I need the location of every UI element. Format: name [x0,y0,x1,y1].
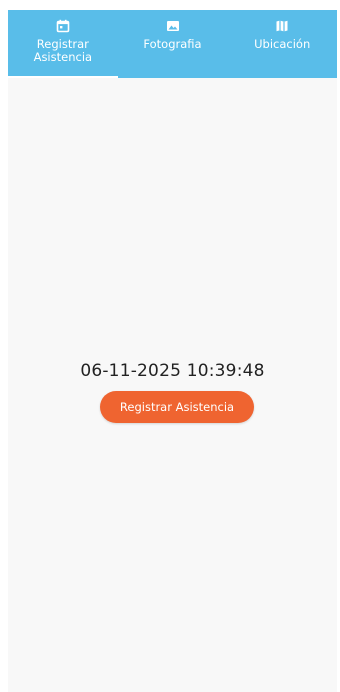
tab-label: Fotografia [143,37,202,51]
tab-label: Registrar Asistencia [33,37,93,64]
tab-label: Ubicación [254,37,311,51]
tab-ubicacion[interactable]: Ubicación [227,10,337,78]
tab-registrar-asistencia[interactable]: Registrar Asistencia [8,10,118,78]
calendar-icon [56,19,70,33]
main-content: 06-11-2025 10:39:48 Registrar Asistencia [8,78,337,692]
map-icon [276,20,288,32]
register-attendance-button[interactable]: Registrar Asistencia [100,391,254,423]
app-screen: Registrar Asistencia Fotografia Ubicació… [8,10,337,692]
tab-fotografia[interactable]: Fotografia [118,10,228,78]
current-datetime: 06-11-2025 10:39:48 [80,361,265,381]
tab-bar: Registrar Asistencia Fotografia Ubicació… [8,10,337,78]
image-icon [166,21,179,31]
